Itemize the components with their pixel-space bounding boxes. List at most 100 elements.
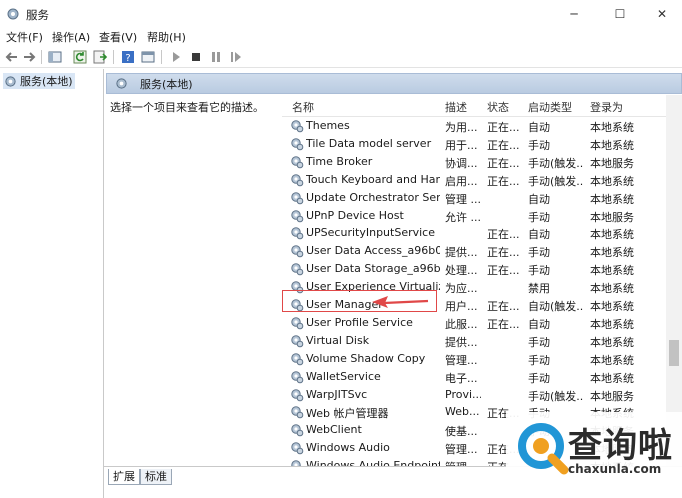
service-logon-as: 本地服务	[590, 210, 634, 224]
service-status: 正在...	[487, 317, 520, 331]
panel-header: 服务(本地)	[106, 73, 682, 94]
watermark-url: chaxunla.com	[568, 462, 662, 476]
tree-item-services-local[interactable]: 服务(本地)	[3, 73, 75, 89]
help-icon[interactable]: ?	[120, 49, 136, 65]
service-gear-icon	[291, 317, 304, 330]
table-row[interactable]: WalletService 电子... 手动 本地系统	[282, 368, 666, 386]
pause-service-icon[interactable]	[208, 49, 224, 65]
service-startup-type: 手动(触发...	[528, 389, 584, 403]
service-gear-icon	[291, 424, 304, 437]
table-row[interactable]: WarpJITSvc Provi... 手动(触发... 本地服务	[282, 386, 666, 404]
restart-service-icon[interactable]	[228, 49, 244, 65]
service-gear-icon	[291, 335, 304, 348]
services-gear-icon	[7, 8, 19, 20]
service-startup-type: 禁用	[528, 282, 550, 296]
column-header-startup-type[interactable]: 启动类型	[528, 99, 572, 115]
minimize-button[interactable]: ─	[552, 0, 596, 28]
vertical-scrollbar[interactable]	[666, 95, 682, 466]
column-header-logon-as[interactable]: 登录为	[590, 99, 623, 115]
service-name: UPnP Device Host	[306, 208, 404, 222]
table-row[interactable]: Time Broker 协调... 正在... 手动(触发... 本地服务	[282, 153, 666, 171]
svg-text:?: ?	[125, 53, 130, 64]
table-row[interactable]: User Profile Service 此服... 正在... 自动 本地系统	[282, 314, 666, 332]
service-name: Tile Data model server	[306, 136, 432, 150]
service-description: 使基...	[445, 425, 478, 439]
export-list-icon[interactable]	[92, 49, 108, 65]
service-startup-type: 手动	[528, 210, 550, 224]
table-row[interactable]: Virtual Disk 提供... 手动 本地系统	[282, 332, 666, 350]
services-gear-icon	[116, 78, 127, 89]
column-header-name[interactable]: 名称	[292, 99, 314, 115]
tab-standard[interactable]: 标准	[140, 469, 172, 485]
service-gear-icon	[291, 191, 304, 204]
tab-extended[interactable]: 扩展	[108, 469, 140, 485]
service-description: 提供...	[445, 246, 478, 260]
service-gear-icon	[291, 209, 304, 222]
service-status: 正在...	[487, 246, 520, 260]
table-row[interactable]: UPSecurityInputService 正在... 自动 本地系统	[282, 224, 666, 242]
service-gear-icon	[291, 352, 304, 365]
service-logon-as: 本地系统	[590, 300, 634, 313]
toolbar-separator	[113, 50, 114, 64]
table-row[interactable]: Volume Shadow Copy 管理... 手动 本地系统	[282, 350, 666, 368]
service-logon-as: 本地系统	[590, 121, 634, 134]
stop-service-icon[interactable]	[188, 49, 204, 65]
menu-view[interactable]: 查看(V)	[99, 29, 137, 45]
service-gear-icon	[291, 120, 304, 133]
service-logon-as: 本地服务	[590, 389, 634, 403]
table-row[interactable]: Touch Keyboard and Hand... 启用... 正在... 手动(触…	[282, 171, 666, 189]
start-service-icon[interactable]	[168, 49, 184, 65]
service-status: 正在...	[487, 228, 520, 242]
window-title: 服务	[26, 8, 49, 22]
back-arrow-icon[interactable]	[4, 49, 20, 65]
service-description: 为用...	[445, 121, 478, 134]
service-status: 正在...	[487, 121, 520, 134]
service-gear-icon	[291, 245, 304, 258]
service-startup-type: 自动	[528, 121, 550, 134]
service-description: 处理...	[445, 264, 478, 278]
service-status: 正在...	[487, 264, 520, 278]
service-name: Time Broker	[306, 154, 373, 168]
properties-icon[interactable]	[140, 49, 156, 65]
service-gear-icon	[291, 388, 304, 401]
service-logon-as: 本地系统	[590, 335, 634, 349]
service-status: 正在...	[487, 300, 520, 313]
service-name: User Profile Service	[306, 315, 413, 329]
service-name: Touch Keyboard and Hand...	[306, 172, 440, 186]
table-row[interactable]: Themes 为用... 正在... 自动 本地系统	[282, 117, 666, 135]
tree-item-label: 服务(本地)	[20, 75, 73, 88]
menu-file[interactable]: 文件(F)	[6, 29, 43, 45]
menu-help[interactable]: 帮助(H)	[147, 29, 186, 45]
table-row[interactable]: User Data Access_a96b046 提供... 正在... 手动 本地系统	[282, 242, 666, 260]
table-row[interactable]: Update Orchestrator Service 管理 ... 自动 本地系统	[282, 189, 666, 207]
service-status: 正在...	[487, 156, 520, 170]
table-row[interactable]: UPnP Device Host 允许 ... 手动 本地服务	[282, 207, 666, 225]
service-description: 协调...	[445, 156, 478, 170]
column-header-status[interactable]: 状态	[487, 99, 509, 115]
forward-arrow-icon[interactable]	[21, 49, 37, 65]
show-tree-icon[interactable]	[47, 49, 63, 65]
watermark-title: 查询啦	[568, 426, 673, 466]
table-row[interactable]: User Data Storage_a96b046 处理... 正在... 手动 本地系…	[282, 260, 666, 278]
toolbar-separator	[161, 50, 162, 64]
service-logon-as: 本地系统	[590, 282, 634, 296]
service-startup-type: 自动	[528, 192, 550, 206]
service-name: Web 帐户管理器	[306, 407, 389, 421]
maximize-button[interactable]: ☐	[598, 0, 642, 28]
refresh-icon[interactable]	[72, 49, 88, 65]
service-name: Themes	[306, 119, 350, 132]
table-row[interactable]: Tile Data model server 用于... 正在... 手动 本地系统	[282, 135, 666, 153]
service-description: 电子...	[445, 371, 478, 385]
service-logon-as: 本地系统	[590, 246, 634, 260]
close-button[interactable]: ✕	[640, 0, 682, 28]
column-header-description[interactable]: 描述	[445, 99, 467, 115]
service-startup-type: 手动	[528, 246, 550, 260]
service-name: WebClient	[306, 423, 362, 437]
service-description: 管理 ...	[445, 459, 481, 466]
service-name: Virtual Disk	[306, 333, 370, 347]
service-startup-type: 手动	[528, 371, 550, 385]
menu-action[interactable]: 操作(A)	[52, 29, 90, 45]
service-description: 提供...	[445, 335, 478, 349]
scrollbar-thumb[interactable]	[669, 340, 679, 366]
tree-pane: 服务(本地)	[0, 69, 104, 498]
